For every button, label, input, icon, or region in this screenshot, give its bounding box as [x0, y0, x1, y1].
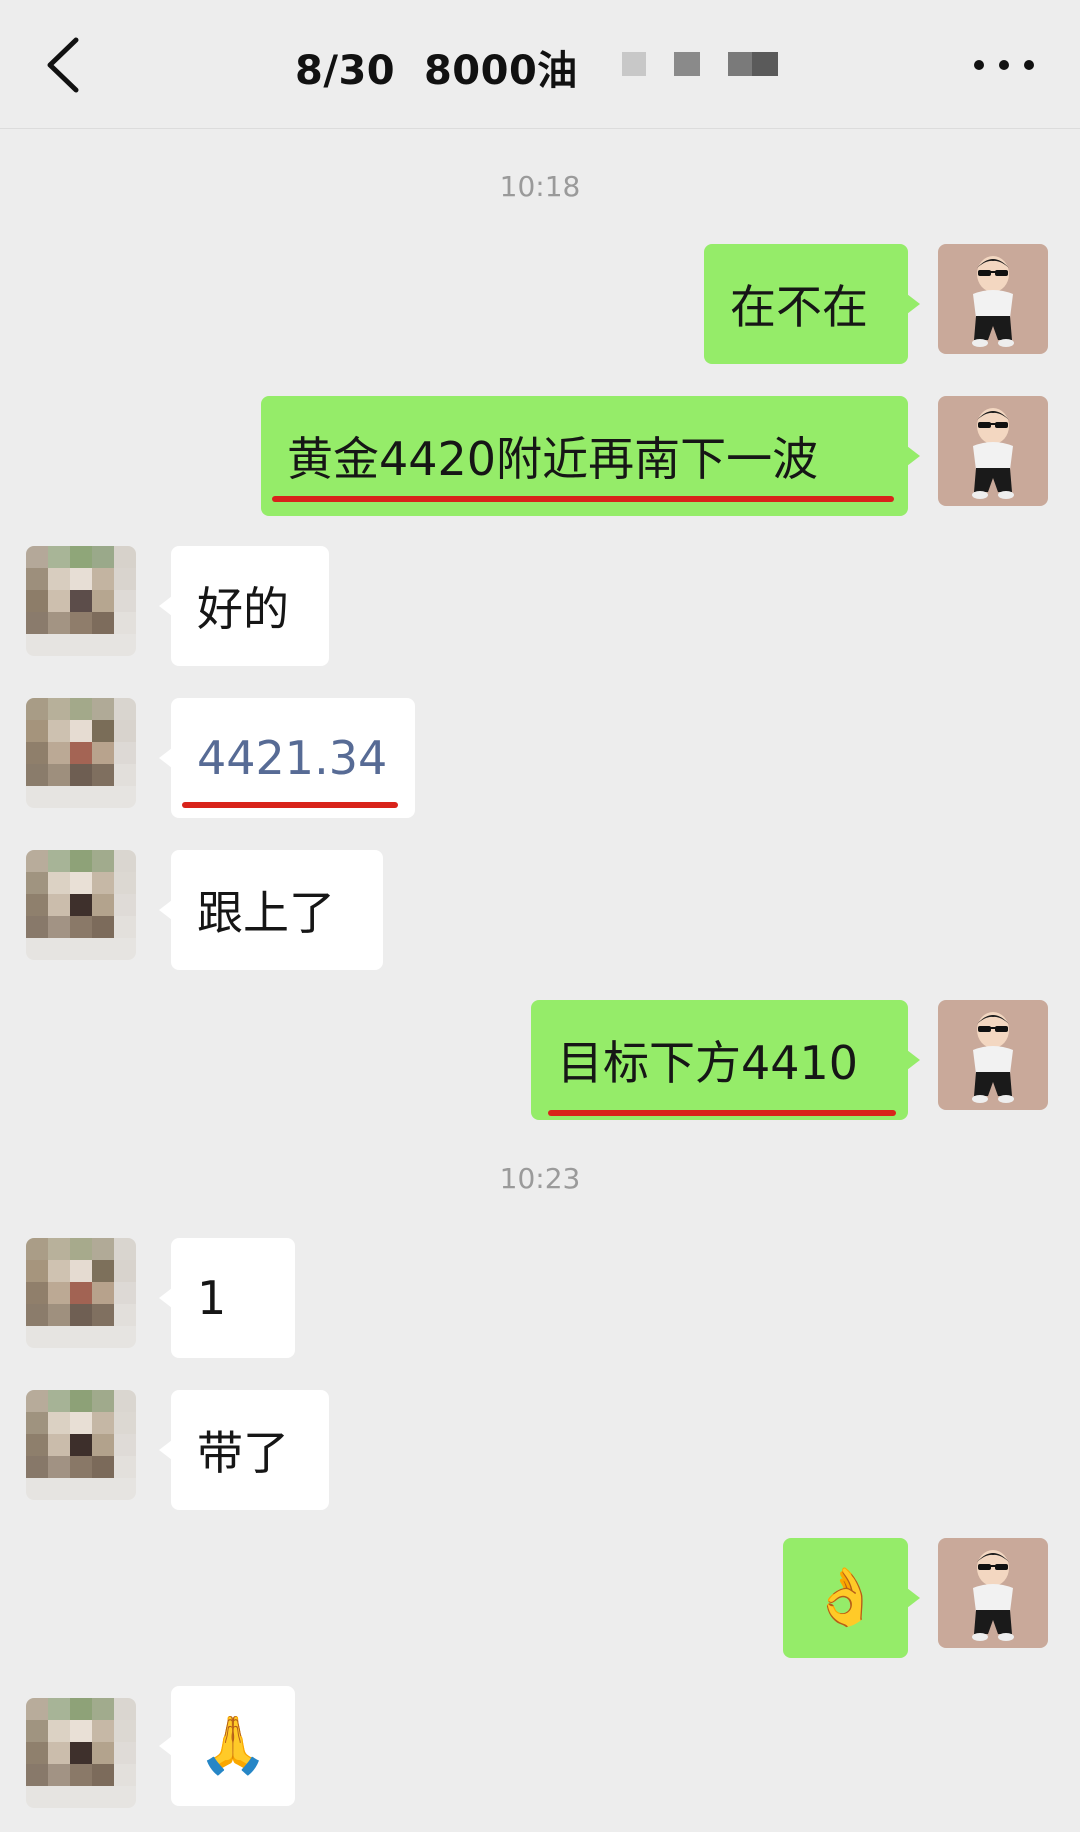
- message-text: 好的: [197, 582, 289, 636]
- contact-avatar-pixelated[interactable]: [26, 1698, 136, 1808]
- message-timestamp: 10:18: [499, 170, 581, 203]
- message-bubble-received[interactable]: 好的: [159, 546, 329, 666]
- message-text: 跟上了: [197, 886, 335, 940]
- back-chevron-icon[interactable]: [38, 34, 88, 96]
- contact-avatar-pixelated[interactable]: [26, 850, 136, 960]
- chat-title: 8/30 8000油: [295, 48, 578, 94]
- message-bubble-received[interactable]: 1: [159, 1238, 295, 1358]
- my-avatar[interactable]: [938, 396, 1048, 506]
- my-avatar[interactable]: [938, 1538, 1048, 1648]
- message-bubble-received[interactable]: 🙏: [159, 1686, 295, 1806]
- praying-hands-emoji: 🙏: [198, 1713, 268, 1778]
- message-bubble-sent[interactable]: 👌: [783, 1538, 920, 1658]
- message-timestamp: 10:23: [499, 1162, 581, 1195]
- red-underline-annotation: [548, 1110, 896, 1116]
- contact-avatar-pixelated[interactable]: [26, 546, 136, 656]
- chat-header: 8/30 8000油: [0, 0, 1080, 129]
- message-text: 在不在: [730, 280, 868, 334]
- message-bubble-received[interactable]: 4421.34: [159, 698, 415, 818]
- contact-avatar-pixelated[interactable]: [26, 1390, 136, 1500]
- message-text: 1: [197, 1271, 227, 1325]
- contact-avatar-pixelated[interactable]: [26, 698, 136, 808]
- message-bubble-sent[interactable]: 在不在: [704, 244, 920, 364]
- red-underline-annotation: [272, 496, 894, 502]
- red-underline-annotation: [182, 802, 398, 808]
- ok-hand-emoji: 👌: [810, 1565, 881, 1630]
- my-avatar[interactable]: [938, 244, 1048, 354]
- more-dots-icon[interactable]: [972, 58, 1036, 72]
- contact-avatar-pixelated[interactable]: [26, 1238, 136, 1348]
- message-bubble-sent[interactable]: 目标下方4410: [531, 1000, 920, 1120]
- message-text: 目标下方4410: [557, 1036, 859, 1090]
- message-text: 黄金4420附近再南下一波: [287, 432, 819, 486]
- message-text: 带了: [197, 1426, 289, 1480]
- message-text-number-link[interactable]: 4421.34: [197, 731, 387, 785]
- redacted-name-mosaic: [622, 52, 778, 76]
- message-bubble-received[interactable]: 跟上了: [159, 850, 383, 970]
- my-avatar[interactable]: [938, 1000, 1048, 1110]
- message-bubble-received[interactable]: 带了: [159, 1390, 329, 1510]
